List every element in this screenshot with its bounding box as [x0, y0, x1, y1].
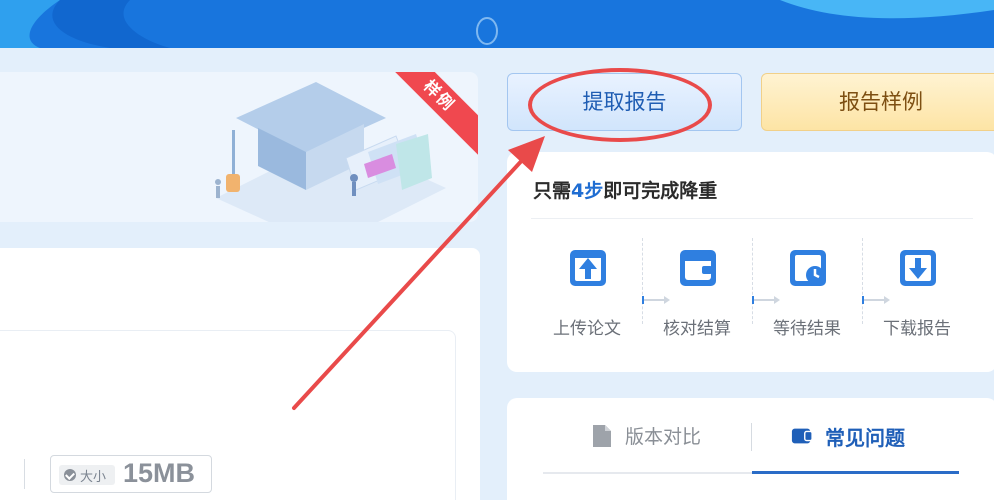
step-upload: 上传论文 — [527, 248, 637, 348]
steps-title: 只需4步即可完成降重 — [533, 176, 717, 203]
get-report-button[interactable]: 提取报告 — [507, 73, 742, 131]
upload-panel: 大小 15MB — [0, 248, 480, 500]
steps-title-prefix: 只需 — [533, 180, 572, 202]
size-label: 大小 — [80, 470, 107, 485]
document-icon — [593, 425, 611, 447]
step-label: 核对结算 — [663, 319, 731, 339]
upload-icon — [570, 250, 606, 286]
step-label: 下载报告 — [883, 319, 951, 339]
tab-label: 版本对比 — [625, 426, 702, 448]
check-circle-icon — [64, 469, 76, 481]
steps-card: 只需4步即可完成降重 上传论文 核对结算 等待结果 下载报告 — [507, 152, 994, 372]
tab-active-indicator — [752, 471, 959, 474]
tab-label: 常见问题 — [825, 426, 905, 450]
step-separator — [752, 238, 753, 324]
steps-title-highlight: 4步 — [571, 180, 604, 202]
step-label: 上传论文 — [553, 319, 621, 339]
step-arrow-icon — [752, 296, 780, 304]
file-tags-row: 大小 15MB — [0, 455, 456, 495]
tab-faq[interactable]: 常见问题 — [791, 418, 961, 454]
size-value: 15MB — [123, 458, 196, 488]
tag-divider — [24, 459, 25, 489]
clock-icon — [790, 250, 826, 286]
sample-banner-card: 样例 — [0, 72, 478, 222]
banner-wave-decoration — [0, 0, 994, 48]
size-chip: 大小 — [59, 465, 115, 485]
step-arrow-icon — [642, 296, 670, 304]
steps-title-suffix: 即可完成降重 — [603, 180, 718, 202]
sample-report-button[interactable]: 报告样例 — [761, 73, 994, 131]
step-separator — [862, 238, 863, 324]
step-separator — [642, 238, 643, 324]
download-icon — [900, 250, 936, 286]
wallet-icon — [680, 250, 716, 286]
book-icon — [791, 428, 813, 444]
graduation-illustration — [215, 82, 446, 222]
tab-version-compare[interactable]: 版本对比 — [591, 418, 751, 454]
file-size-tag: 大小 15MB — [50, 455, 212, 493]
file-info-card: 大小 15MB — [0, 330, 456, 500]
steps-divider — [531, 218, 973, 219]
tab-divider — [751, 423, 752, 451]
info-tabs-card: 版本对比 常见问题 — [507, 398, 994, 500]
step-label: 等待结果 — [773, 319, 841, 339]
top-banner — [0, 0, 994, 48]
step-arrow-icon — [862, 296, 890, 304]
